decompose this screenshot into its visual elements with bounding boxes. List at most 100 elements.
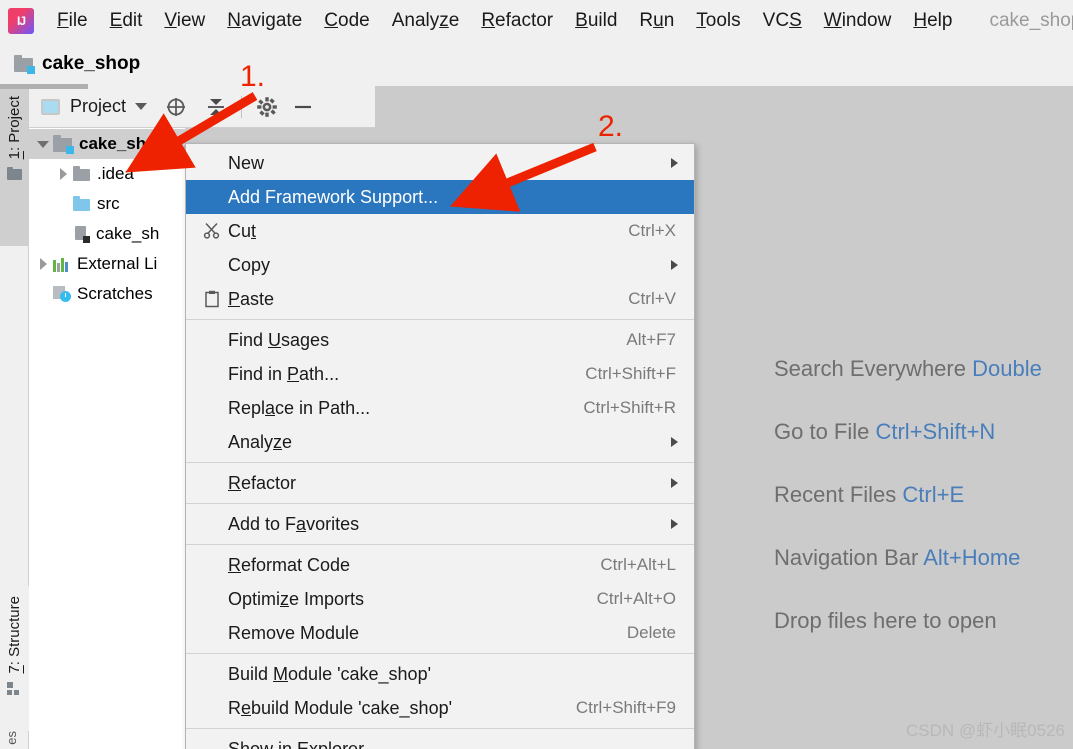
context-menu-item-rebuild-module-cake-shop[interactable]: Rebuild Module 'cake_shop' Ctrl+Shift+F9 — [186, 691, 694, 725]
context-menu-item-add-to-favorites[interactable]: Add to Favorites — [186, 507, 694, 541]
context-menu: New Add Framework Support... Cut Ctrl+X Copy… — [185, 143, 695, 749]
iml-file-icon — [73, 225, 90, 243]
collapse-all-icon[interactable] — [205, 96, 227, 118]
horizontal-scrollbar-thumb[interactable] — [0, 84, 88, 89]
intellij-idea-logo-icon — [8, 8, 34, 34]
context-menu-item-add-framework-support[interactable]: Add Framework Support... — [186, 180, 694, 214]
menu-item-refactor[interactable]: Refactor — [470, 8, 564, 34]
context-menu-item-label: Cut — [228, 220, 257, 241]
menu-item-file[interactable]: File — [46, 8, 99, 34]
project-toolbar-title[interactable]: Project — [70, 96, 126, 117]
menu-item-help[interactable]: Help — [902, 8, 963, 34]
context-menu-item-remove-module[interactable]: Remove Module Delete — [186, 616, 694, 650]
project-view-icon — [41, 98, 60, 115]
context-menu-item-new[interactable]: New — [186, 146, 694, 180]
tree-twisty[interactable] — [33, 141, 53, 148]
context-menu-item-shortcut: Ctrl+X — [628, 221, 676, 240]
sidebar-item-structure[interactable]: 7: Structure — [0, 586, 29, 731]
toolbar-divider — [241, 95, 243, 118]
context-menu-item-label: Build Module 'cake_shop' — [228, 663, 432, 684]
context-menu-item-label: Show in Explorer — [228, 738, 365, 749]
folder-blue-icon — [73, 195, 91, 212]
watermark-text: CSDN @虾小眠0526 — [906, 721, 1065, 740]
module-folder-icon — [53, 134, 74, 154]
structure-strip-label: 7: Structure — [6, 596, 23, 674]
main-menu-bar: FileEditViewNavigateCodeAnalyzeRefactorB… — [0, 0, 1073, 42]
menu-item-view[interactable]: View — [153, 8, 216, 34]
module-folder-icon — [14, 54, 35, 74]
submenu-arrow-icon — [671, 437, 678, 447]
context-menu-item-analyze[interactable]: Analyze — [186, 425, 694, 459]
breadcrumb-module-label[interactable]: cake_shop — [42, 53, 140, 75]
tree-row-label: .idea — [97, 164, 134, 183]
menu-item-navigate[interactable]: Navigate — [216, 8, 313, 34]
scratches-icon — [53, 286, 71, 302]
context-menu-item-reformat-code[interactable]: Reformat Code Ctrl+Alt+L — [186, 548, 694, 582]
tree-row-cake-sh[interactable]: cake_sh — [29, 219, 186, 249]
context-menu-item-label: Paste — [228, 288, 275, 309]
context-menu-item-label: Rebuild Module 'cake_shop' — [228, 697, 453, 718]
sidebar-item-project[interactable]: 1: Project — [0, 86, 29, 246]
context-menu-item-shortcut: Ctrl+Alt+L — [600, 555, 676, 574]
tree-row-label: src — [97, 194, 120, 213]
context-menu-item-label: Refactor — [228, 472, 297, 493]
menu-item-run[interactable]: Run — [628, 8, 685, 34]
chevron-down-icon[interactable] — [135, 103, 148, 110]
context-menu-item-label: Add to Favorites — [228, 513, 360, 534]
context-menu-item-cut[interactable]: Cut Ctrl+X — [186, 214, 694, 248]
gear-icon[interactable] — [256, 96, 278, 118]
tree-twisty[interactable] — [53, 168, 73, 180]
tree-row--idea[interactable]: .idea — [29, 159, 186, 189]
context-menu-item-optimize-imports[interactable]: Optimize Imports Ctrl+Alt+O — [186, 582, 694, 616]
menu-separator — [186, 653, 694, 654]
context-menu-item-refactor[interactable]: Refactor — [186, 466, 694, 500]
tree-row-external-li[interactable]: External Li — [29, 249, 186, 279]
tree-row-src[interactable]: src — [29, 189, 186, 219]
menu-item-analyze[interactable]: Analyze — [381, 8, 471, 34]
tree-row-scratches[interactable]: Scratches — [29, 279, 186, 309]
context-menu-item-label: Replace in Path... — [228, 397, 371, 418]
submenu-arrow-icon — [671, 478, 678, 488]
menu-item-window[interactable]: Window — [813, 8, 903, 34]
scroll-from-source-icon[interactable] — [165, 96, 187, 118]
tree-row-cake-shop[interactable]: cake_shopD:\Junior Study\Java... — [29, 129, 186, 159]
ide-window: FileEditViewNavigateCodeAnalyzeRefactorB… — [0, 0, 1073, 749]
editor-shortcut-hints: Search Everywhere Double Go to File Ctrl+… — [774, 356, 1073, 671]
context-menu-item-shortcut: Ctrl+Alt+O — [596, 589, 676, 608]
menu-item-build[interactable]: Build — [564, 8, 628, 34]
editor-hint-4: Drop files here to open — [774, 608, 997, 633]
context-menu-item-find-in-path[interactable]: Find in Path... Ctrl+Shift+F — [186, 357, 694, 391]
context-menu-item-show-in-explorer[interactable]: Show in Explorer — [186, 732, 694, 749]
context-menu-item-shortcut: Ctrl+Shift+R — [583, 398, 676, 417]
context-menu-item-replace-in-path[interactable]: Replace in Path... Ctrl+Shift+R — [186, 391, 694, 425]
tree-twisty[interactable] — [33, 258, 53, 270]
menu-item-vcs[interactable]: VCS — [752, 8, 813, 34]
context-menu-item-label: Add Framework Support... — [228, 186, 439, 207]
context-menu-item-label: Find Usages — [228, 329, 330, 350]
scissors-icon — [200, 222, 224, 240]
menu-separator — [186, 544, 694, 545]
context-menu-item-paste[interactable]: Paste Ctrl+V — [186, 282, 694, 316]
context-menu-item-label: Copy — [228, 254, 271, 275]
editor-hint-2: Recent Files Ctrl+E — [774, 482, 965, 507]
submenu-arrow-icon — [671, 519, 678, 529]
context-menu-item-label: Analyze — [228, 431, 293, 452]
context-menu-item-shortcut: Alt+F7 — [626, 330, 676, 349]
project-strip-label: 1: Project — [6, 96, 23, 160]
menu-item-code[interactable]: Code — [313, 8, 380, 34]
menu-item-edit[interactable]: Edit — [99, 8, 154, 34]
context-menu-item-find-usages[interactable]: Find Usages Alt+F7 — [186, 323, 694, 357]
context-menu-item-build-module-cake-shop[interactable]: Build Module 'cake_shop' — [186, 657, 694, 691]
context-menu-item-shortcut: Delete — [626, 623, 676, 642]
folder-icon — [7, 167, 22, 181]
navigation-bar[interactable]: cake_shop — [0, 42, 1073, 86]
annotation-number-2: 2. — [598, 110, 624, 143]
submenu-arrow-icon — [671, 260, 678, 270]
editor-hint-1: Go to File Ctrl+Shift+N — [774, 419, 996, 444]
context-menu-item-copy[interactable]: Copy — [186, 248, 694, 282]
menu-item-tools[interactable]: Tools — [685, 8, 751, 34]
folder-gray-icon — [73, 165, 91, 182]
minimize-icon[interactable] — [292, 96, 314, 118]
favorites-strip-label[interactable]: es — [4, 731, 19, 745]
menu-separator — [186, 503, 694, 504]
